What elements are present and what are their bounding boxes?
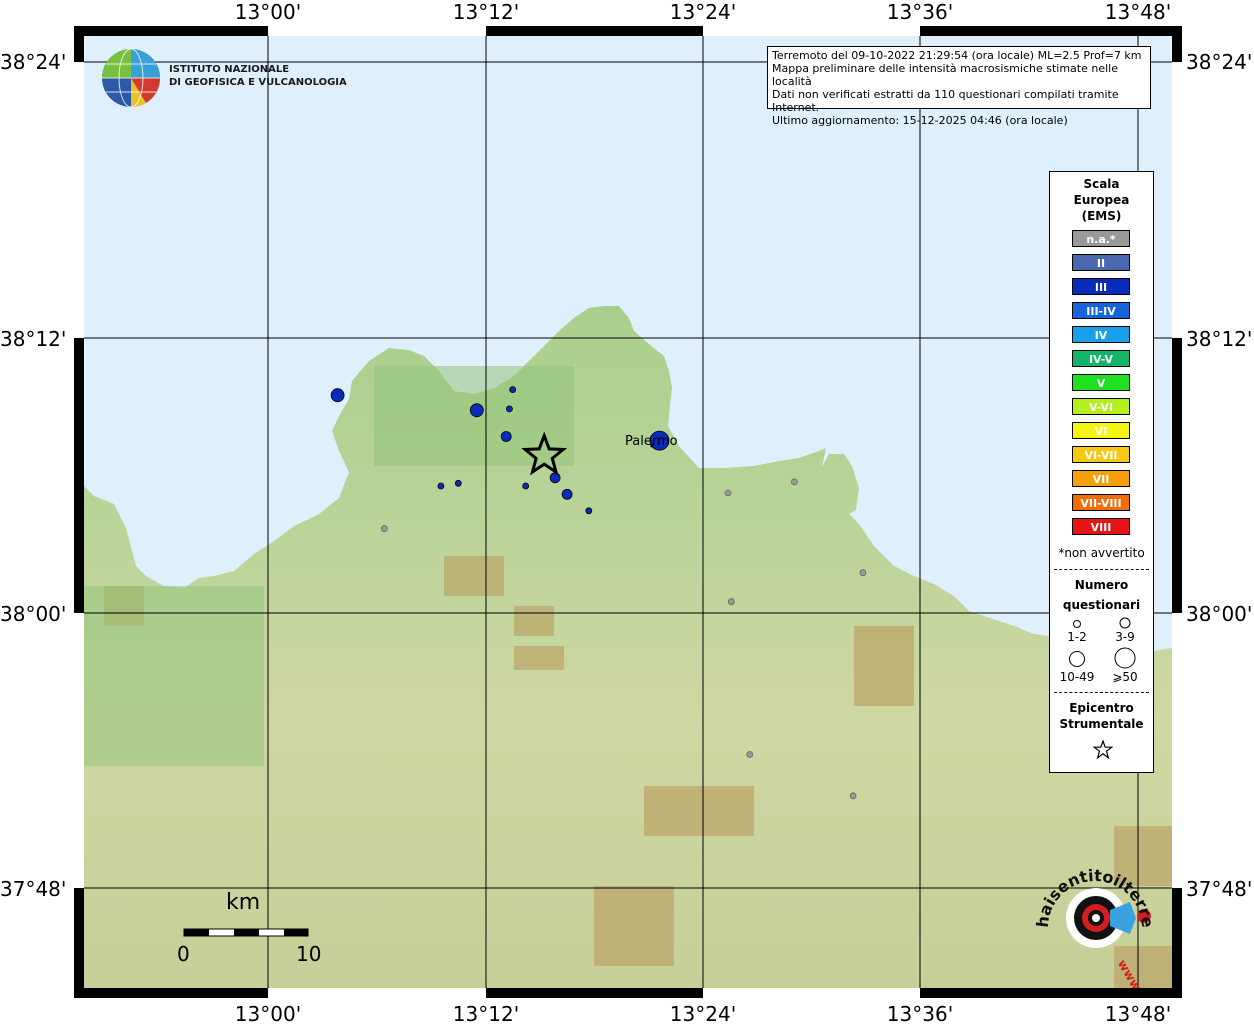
lat-label-left-3748: 37°48': [0, 877, 67, 901]
observation-point[interactable]: [849, 792, 857, 800]
observation-point[interactable]: [500, 431, 512, 442]
lon-label-top-1300: 13°00': [234, 0, 302, 24]
lat-label-right-3800: 38°00': [1186, 602, 1253, 626]
legend-swatch-vii-viii: VII-VIII: [1072, 494, 1130, 511]
haisentito-logo: haisentitoilterremoto.it www.: [1030, 858, 1157, 988]
legend-epicenter-line2: Strumentale: [1059, 717, 1144, 731]
institute-name-line1: ISTITUTO NAZIONALE: [169, 64, 290, 75]
lat-label-right-3824: 38°24': [1186, 50, 1253, 74]
legend-swatch-v: V: [1072, 374, 1130, 391]
legend-title: Scala Europea (EMS): [1050, 176, 1153, 224]
haisentito-logo-www: www.: [1115, 957, 1146, 988]
scale-bar-unit: km: [226, 890, 261, 915]
legend-title-line2: Europea: [1073, 193, 1130, 207]
legend-swatch-n-a: n.a.*: [1072, 230, 1130, 247]
institute-name: ISTITUTO NAZIONALE DI GEOFISICA E VULCAN…: [169, 63, 347, 89]
legend-swatch-iv-v: IV-V: [1072, 350, 1130, 367]
observation-point[interactable]: [561, 488, 573, 500]
scale-bar-end: 10: [296, 942, 322, 966]
legend-not-felt-note: *non avvertito: [1058, 546, 1145, 560]
legend-count-title-line1: Numero: [1074, 578, 1129, 592]
scale-bar-start: 0: [177, 942, 190, 966]
observation-point[interactable]: [727, 598, 735, 606]
legend-count-50-plus: ⩾50: [1112, 670, 1138, 684]
legend-count-3-9: 3-9: [1115, 630, 1135, 644]
legend-swatch-viii: VIII: [1072, 518, 1130, 535]
event-info-line1: Terremoto del 09-10-2022 21:29:54 (ora l…: [772, 49, 1142, 62]
observation-point[interactable]: [549, 472, 561, 484]
legend-star-icon: [1093, 740, 1113, 760]
observation-point[interactable]: [469, 403, 484, 418]
lat-label-left-3800: 38°00': [0, 602, 67, 626]
legend-count-1-2: 1-2: [1067, 630, 1087, 644]
scale-bar: [183, 928, 309, 937]
intensity-map[interactable]: Palermo: [74, 26, 1182, 998]
observation-point[interactable]: [380, 525, 388, 533]
observation-point[interactable]: [585, 507, 593, 515]
legend-swatch-ii: II: [1072, 254, 1130, 271]
lon-label-top-1324: 13°24': [669, 0, 737, 24]
lon-label-bottom-1324: 13°24': [669, 1002, 737, 1026]
event-info-line2: Mappa preliminare delle intensità macros…: [772, 62, 1118, 88]
observation-point[interactable]: [724, 489, 732, 497]
lat-label-left-3824: 38°24': [0, 50, 67, 74]
legend-swatch-vii: VII: [1072, 470, 1130, 487]
legend-divider-2: [1054, 692, 1149, 693]
lon-label-top-1336: 13°36': [886, 0, 954, 24]
ingv-globe-icon: [102, 48, 161, 108]
lon-label-bottom-1312: 13°12': [452, 1002, 520, 1026]
lon-label-bottom-1336: 13°36': [886, 1002, 954, 1026]
observation-point[interactable]: [509, 386, 517, 394]
legend-count-title-line2: questionari: [1062, 598, 1141, 612]
lon-label-bottom-1300: 13°00': [234, 1002, 302, 1026]
legend-epicenter-line1: Epicentro: [1069, 701, 1134, 715]
observation-point[interactable]: [859, 569, 867, 577]
legend-title-line1: Scala: [1083, 177, 1120, 191]
lat-label-right-3748: 37°48': [1186, 877, 1253, 901]
observation-point[interactable]: [454, 479, 462, 487]
legend-count-10-49: 10-49: [1059, 670, 1095, 684]
institute-name-line2: DI GEOFISICA E VULCANOLOGIA: [169, 77, 347, 88]
city-marker-palermo: [650, 444, 654, 448]
lat-label-right-3812: 38°12': [1186, 327, 1253, 351]
event-info-box: Terremoto del 09-10-2022 21:29:54 (ora l…: [767, 46, 1151, 127]
legend-swatch-iii-iv: III-IV: [1072, 302, 1130, 319]
observation-point[interactable]: [437, 482, 445, 490]
observation-point[interactable]: [791, 478, 798, 486]
legend-swatch-vi: VI: [1072, 422, 1130, 439]
legend-swatch-v-vi: V-VI: [1072, 398, 1130, 415]
legend-epicenter-title: Epicentro Strumentale: [1050, 700, 1153, 732]
observation-point[interactable]: [330, 388, 345, 403]
lon-label-top-1348: 13°48': [1104, 0, 1172, 24]
legend-divider: [1054, 569, 1149, 570]
event-info-line3: Dati non verificati estratti da 110 ques…: [772, 88, 1119, 114]
legend-swatch-iv: IV: [1072, 326, 1130, 343]
legend-count-title: Numero questionari: [1050, 575, 1153, 615]
lon-label-bottom-1348: 13°48': [1104, 1002, 1172, 1026]
observation-point[interactable]: [505, 405, 513, 413]
legend-title-line3: (EMS): [1081, 209, 1122, 223]
legend-swatch-vi-vii: VI-VII: [1072, 446, 1130, 463]
legend-swatch-iii: III: [1072, 278, 1130, 295]
lon-label-top-1312: 13°12': [452, 0, 520, 24]
event-info-line4: Ultimo aggiornamento: 15-12-2025 04:46 (…: [772, 114, 1068, 127]
observation-point[interactable]: [522, 482, 530, 490]
legend-panel: Scala Europea (EMS) n.a.* II III III-IV IV IV…: [1049, 171, 1154, 773]
lat-label-left-3812: 38°12': [0, 327, 67, 351]
observation-point[interactable]: [746, 751, 754, 758]
